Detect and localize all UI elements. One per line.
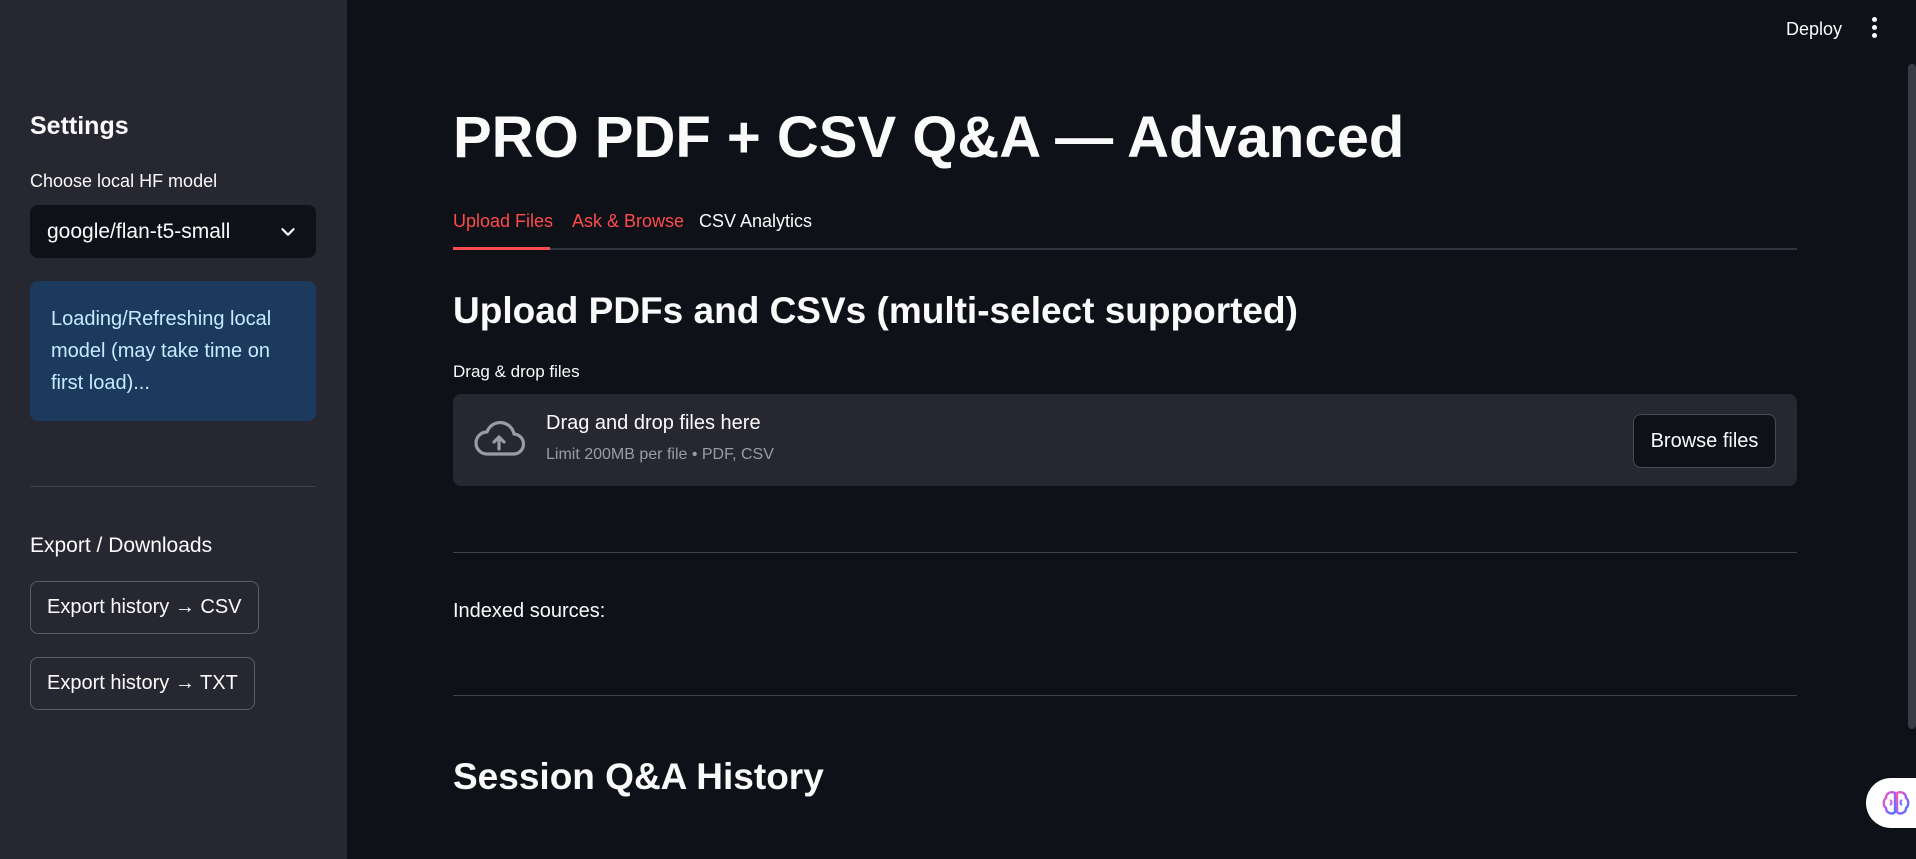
model-select-label: Choose local HF model: [30, 171, 218, 191]
kebab-menu-icon[interactable]: [1868, 17, 1880, 43]
sidebar: Settings Choose local HF model google/fl…: [0, 0, 347, 859]
tab-bar: Upload Files Ask & Browse CSV Analytics: [453, 208, 1797, 251]
scrollbar[interactable]: [1908, 64, 1916, 729]
upload-heading: Upload PDFs and CSVs (multi-select suppo…: [453, 290, 1298, 331]
export-txt-button[interactable]: Export history → TXT: [30, 657, 255, 710]
tab-bar-divider: [453, 248, 1797, 250]
browse-files-button[interactable]: Browse files: [1633, 414, 1776, 468]
brain-icon: [1882, 791, 1910, 815]
model-loading-info: Loading/Refreshing local model (may take…: [30, 281, 316, 421]
section-divider: [453, 552, 1797, 553]
history-heading: Session Q&A History: [453, 756, 824, 797]
sidebar-title: Settings: [30, 112, 129, 140]
indexed-sources-label: Indexed sources:: [453, 600, 606, 622]
assistant-button[interactable]: [1866, 778, 1916, 828]
model-select[interactable]: google/flan-t5-small: [30, 205, 316, 258]
sidebar-divider: [30, 486, 316, 487]
active-tab-indicator: [453, 247, 550, 250]
tab-upload-files[interactable]: Upload Files: [453, 211, 553, 232]
model-select-value: google/flan-t5-small: [47, 219, 231, 243]
tab-ask-browse[interactable]: Ask & Browse: [572, 211, 684, 232]
uploader-label: Drag & drop files: [453, 362, 580, 381]
chevron-down-icon: [281, 227, 295, 236]
page-title: PRO PDF + CSV Q&A — Advanced: [453, 105, 1405, 170]
section-divider: [453, 695, 1797, 696]
tab-csv-analytics[interactable]: CSV Analytics: [699, 211, 812, 232]
dropzone-instructions: Drag and drop files here: [546, 412, 761, 434]
file-dropzone[interactable]: Drag and drop files here Limit 200MB per…: [453, 394, 1797, 486]
cloud-upload-icon: [474, 421, 525, 456]
dropzone-limits: Limit 200MB per file • PDF, CSV: [546, 446, 774, 463]
export-csv-button[interactable]: Export history → CSV: [30, 581, 259, 634]
deploy-button[interactable]: Deploy: [1786, 19, 1842, 40]
export-heading: Export / Downloads: [30, 534, 213, 557]
